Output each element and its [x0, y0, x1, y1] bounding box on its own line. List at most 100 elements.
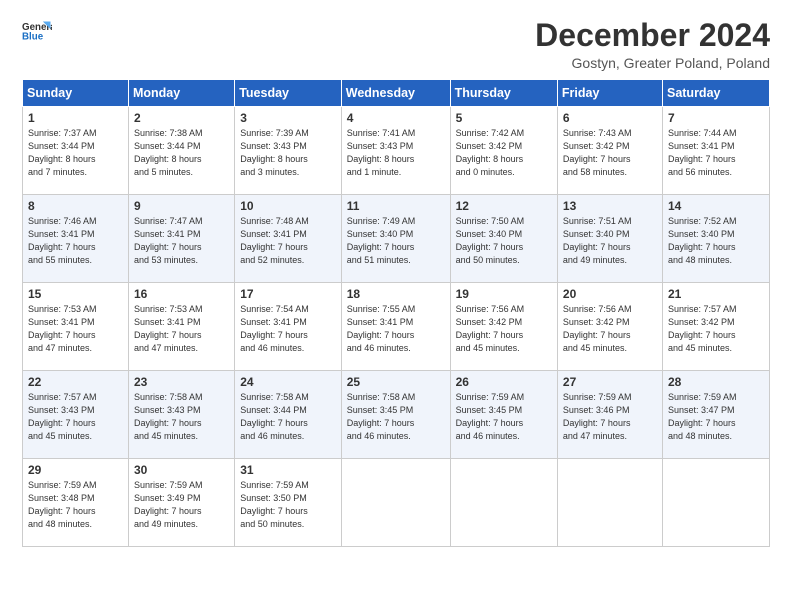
calendar-cell: 27 Sunrise: 7:59 AM Sunset: 3:46 PM Dayli…: [557, 371, 662, 459]
day-number: 4: [347, 111, 446, 125]
calendar-cell: 17 Sunrise: 7:54 AM Sunset: 3:41 PM Dayli…: [235, 283, 342, 371]
calendar-cell: 14 Sunrise: 7:52 AM Sunset: 3:40 PM Dayli…: [662, 195, 769, 283]
day-info: Sunrise: 7:43 AM Sunset: 3:42 PM Dayligh…: [563, 127, 658, 179]
day-info: Sunrise: 7:38 AM Sunset: 3:44 PM Dayligh…: [134, 127, 230, 179]
day-info: Sunrise: 7:49 AM Sunset: 3:40 PM Dayligh…: [347, 215, 446, 267]
title-block: December 2024 Gostyn, Greater Poland, Po…: [535, 18, 770, 71]
day-info: Sunrise: 7:59 AM Sunset: 3:46 PM Dayligh…: [563, 391, 658, 443]
day-number: 27: [563, 375, 658, 389]
day-info: Sunrise: 7:57 AM Sunset: 3:43 PM Dayligh…: [28, 391, 124, 443]
calendar-cell: 12 Sunrise: 7:50 AM Sunset: 3:40 PM Dayli…: [450, 195, 557, 283]
header-row: SundayMondayTuesdayWednesdayThursdayFrid…: [23, 80, 770, 107]
day-number: 30: [134, 463, 230, 477]
calendar-cell: 11 Sunrise: 7:49 AM Sunset: 3:40 PM Dayli…: [341, 195, 450, 283]
day-info: Sunrise: 7:51 AM Sunset: 3:40 PM Dayligh…: [563, 215, 658, 267]
calendar-cell: 15 Sunrise: 7:53 AM Sunset: 3:41 PM Dayli…: [23, 283, 129, 371]
day-number: 1: [28, 111, 124, 125]
day-info: Sunrise: 7:46 AM Sunset: 3:41 PM Dayligh…: [28, 215, 124, 267]
calendar-cell: 9 Sunrise: 7:47 AM Sunset: 3:41 PM Daylig…: [128, 195, 234, 283]
day-number: 17: [240, 287, 337, 301]
day-number: 21: [668, 287, 765, 301]
location-subtitle: Gostyn, Greater Poland, Poland: [535, 55, 770, 71]
day-number: 12: [456, 199, 553, 213]
day-number: 7: [668, 111, 765, 125]
calendar-cell: 22Sunrise: 7:57 AM Sunset: 3:43 PM Dayli…: [23, 371, 129, 459]
day-info: Sunrise: 7:55 AM Sunset: 3:41 PM Dayligh…: [347, 303, 446, 355]
day-number: 9: [134, 199, 230, 213]
day-number: 19: [456, 287, 553, 301]
day-number: 16: [134, 287, 230, 301]
day-info: Sunrise: 7:59 AM Sunset: 3:45 PM Dayligh…: [456, 391, 553, 443]
day-number: 5: [456, 111, 553, 125]
calendar-cell: [662, 459, 769, 547]
day-number: 28: [668, 375, 765, 389]
day-info: Sunrise: 7:52 AM Sunset: 3:40 PM Dayligh…: [668, 215, 765, 267]
calendar-cell: 31 Sunrise: 7:59 AM Sunset: 3:50 PM Dayli…: [235, 459, 342, 547]
day-info: Sunrise: 7:58 AM Sunset: 3:45 PM Dayligh…: [347, 391, 446, 443]
calendar-cell: 24 Sunrise: 7:58 AM Sunset: 3:44 PM Dayli…: [235, 371, 342, 459]
calendar-cell: 25 Sunrise: 7:58 AM Sunset: 3:45 PM Dayli…: [341, 371, 450, 459]
week-row-4: 22Sunrise: 7:57 AM Sunset: 3:43 PM Dayli…: [23, 371, 770, 459]
day-number: 3: [240, 111, 337, 125]
page: General Blue December 2024 Gostyn, Great…: [0, 0, 792, 612]
logo-icon: General Blue: [22, 18, 52, 46]
day-header-monday: Monday: [128, 80, 234, 107]
day-info: Sunrise: 7:58 AM Sunset: 3:43 PM Dayligh…: [134, 391, 230, 443]
week-row-5: 29 Sunrise: 7:59 AM Sunset: 3:48 PM Dayli…: [23, 459, 770, 547]
day-number: 24: [240, 375, 337, 389]
logo: General Blue: [22, 18, 52, 46]
day-number: 15: [28, 287, 124, 301]
day-info: Sunrise: 7:53 AM Sunset: 3:41 PM Dayligh…: [28, 303, 124, 355]
calendar-cell: 30 Sunrise: 7:59 AM Sunset: 3:49 PM Dayli…: [128, 459, 234, 547]
day-info: Sunrise: 7:58 AM Sunset: 3:44 PM Dayligh…: [240, 391, 337, 443]
day-number: 11: [347, 199, 446, 213]
day-number: 31: [240, 463, 337, 477]
week-row-1: 1 Sunrise: 7:37 AM Sunset: 3:44 PM Daylig…: [23, 107, 770, 195]
day-info: Sunrise: 7:56 AM Sunset: 3:42 PM Dayligh…: [563, 303, 658, 355]
day-info: Sunrise: 7:59 AM Sunset: 3:50 PM Dayligh…: [240, 479, 337, 531]
day-number: 13: [563, 199, 658, 213]
day-number: 18: [347, 287, 446, 301]
calendar-cell: 20 Sunrise: 7:56 AM Sunset: 3:42 PM Dayli…: [557, 283, 662, 371]
day-number: 14: [668, 199, 765, 213]
day-number: 2: [134, 111, 230, 125]
day-number: 23: [134, 375, 230, 389]
day-header-tuesday: Tuesday: [235, 80, 342, 107]
day-info: Sunrise: 7:48 AM Sunset: 3:41 PM Dayligh…: [240, 215, 337, 267]
calendar-cell: 21Sunrise: 7:57 AM Sunset: 3:42 PM Dayli…: [662, 283, 769, 371]
day-info: Sunrise: 7:41 AM Sunset: 3:43 PM Dayligh…: [347, 127, 446, 179]
calendar-cell: 8 Sunrise: 7:46 AM Sunset: 3:41 PM Daylig…: [23, 195, 129, 283]
day-info: Sunrise: 7:54 AM Sunset: 3:41 PM Dayligh…: [240, 303, 337, 355]
calendar-cell: 4 Sunrise: 7:41 AM Sunset: 3:43 PM Daylig…: [341, 107, 450, 195]
calendar-cell: 6 Sunrise: 7:43 AM Sunset: 3:42 PM Daylig…: [557, 107, 662, 195]
day-info: Sunrise: 7:37 AM Sunset: 3:44 PM Dayligh…: [28, 127, 124, 179]
day-info: Sunrise: 7:59 AM Sunset: 3:47 PM Dayligh…: [668, 391, 765, 443]
calendar-cell: [450, 459, 557, 547]
calendar-cell: 5 Sunrise: 7:42 AM Sunset: 3:42 PM Daylig…: [450, 107, 557, 195]
week-row-2: 8 Sunrise: 7:46 AM Sunset: 3:41 PM Daylig…: [23, 195, 770, 283]
day-number: 10: [240, 199, 337, 213]
week-row-3: 15 Sunrise: 7:53 AM Sunset: 3:41 PM Dayli…: [23, 283, 770, 371]
calendar-cell: 16Sunrise: 7:53 AM Sunset: 3:41 PM Dayli…: [128, 283, 234, 371]
calendar-cell: 26Sunrise: 7:59 AM Sunset: 3:45 PM Dayli…: [450, 371, 557, 459]
calendar-table: SundayMondayTuesdayWednesdayThursdayFrid…: [22, 79, 770, 547]
day-header-saturday: Saturday: [662, 80, 769, 107]
day-number: 8: [28, 199, 124, 213]
calendar-cell: 2 Sunrise: 7:38 AM Sunset: 3:44 PM Daylig…: [128, 107, 234, 195]
svg-text:Blue: Blue: [22, 32, 44, 43]
calendar-cell: 28 Sunrise: 7:59 AM Sunset: 3:47 PM Dayli…: [662, 371, 769, 459]
day-number: 6: [563, 111, 658, 125]
day-info: Sunrise: 7:59 AM Sunset: 3:48 PM Dayligh…: [28, 479, 124, 531]
calendar-cell: 10 Sunrise: 7:48 AM Sunset: 3:41 PM Dayli…: [235, 195, 342, 283]
calendar-cell: 3Sunrise: 7:39 AM Sunset: 3:43 PM Daylig…: [235, 107, 342, 195]
calendar-cell: 13 Sunrise: 7:51 AM Sunset: 3:40 PM Dayli…: [557, 195, 662, 283]
day-number: 29: [28, 463, 124, 477]
day-info: Sunrise: 7:59 AM Sunset: 3:49 PM Dayligh…: [134, 479, 230, 531]
day-info: Sunrise: 7:47 AM Sunset: 3:41 PM Dayligh…: [134, 215, 230, 267]
day-number: 25: [347, 375, 446, 389]
day-info: Sunrise: 7:44 AM Sunset: 3:41 PM Dayligh…: [668, 127, 765, 179]
day-info: Sunrise: 7:42 AM Sunset: 3:42 PM Dayligh…: [456, 127, 553, 179]
day-info: Sunrise: 7:50 AM Sunset: 3:40 PM Dayligh…: [456, 215, 553, 267]
day-header-wednesday: Wednesday: [341, 80, 450, 107]
day-number: 20: [563, 287, 658, 301]
